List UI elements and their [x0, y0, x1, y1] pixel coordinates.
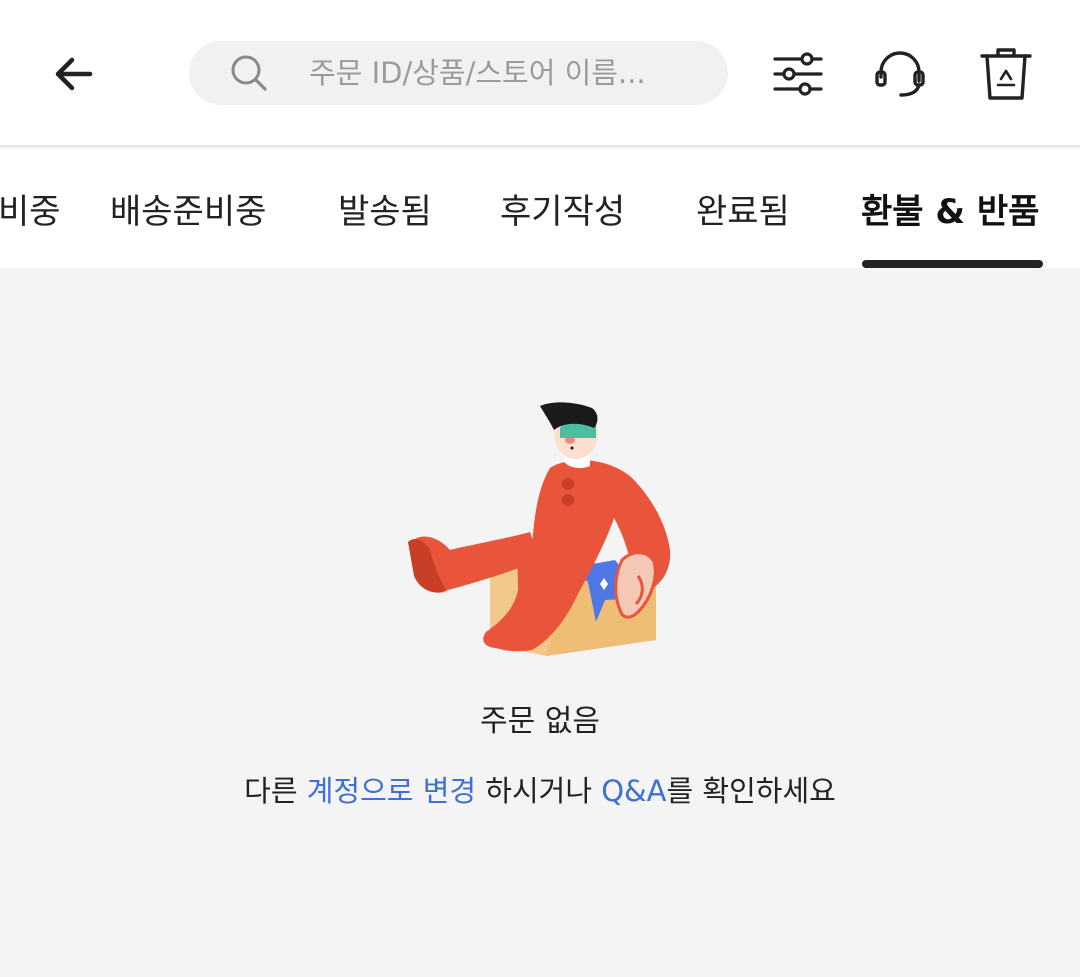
customer-support-button[interactable] [866, 40, 934, 108]
tab-refund-return[interactable]: 환불 & 반품 [861, 149, 1039, 268]
change-account-link[interactable]: 계정으로 변경 [307, 774, 476, 808]
tab-preparing-partial[interactable]: 비중 [0, 149, 61, 268]
desc-middle: 하시거나 [476, 774, 602, 808]
desc-suffix: 를 확인하세요 [666, 774, 836, 808]
empty-state-title: 주문 없음 [480, 704, 600, 739]
back-button[interactable] [40, 40, 108, 108]
back-arrow-icon [55, 57, 93, 91]
order-status-tabs: 비중 배송준비중 발송됨 후기작성 완료됨 환불 & 반품 [0, 149, 1080, 268]
tab-write-review[interactable]: 후기작성 [500, 149, 625, 268]
tab-preparing-shipment[interactable]: 배송준비중 [110, 149, 266, 268]
desc-prefix: 다른 [244, 774, 307, 808]
filter-button[interactable] [764, 40, 832, 108]
tab-shipped[interactable]: 발송됨 [338, 149, 432, 268]
recycle-bin-icon [980, 48, 1032, 100]
headset-support-icon [875, 51, 925, 97]
empty-orders-illustration [400, 400, 680, 662]
tab-completed[interactable]: 완료됨 [696, 149, 790, 268]
top-bar [0, 0, 1080, 147]
search-icon [229, 53, 269, 93]
empty-state-description: 다른 계정으로 변경 하시거나 Q&A를 확인하세요 [0, 768, 1080, 810]
search-box[interactable] [189, 41, 728, 105]
active-tab-indicator [862, 260, 1043, 268]
recycle-bin-button[interactable] [972, 40, 1040, 108]
qa-link[interactable]: Q&A [601, 774, 666, 808]
search-input[interactable] [309, 56, 709, 90]
filter-sliders-icon [773, 52, 823, 96]
